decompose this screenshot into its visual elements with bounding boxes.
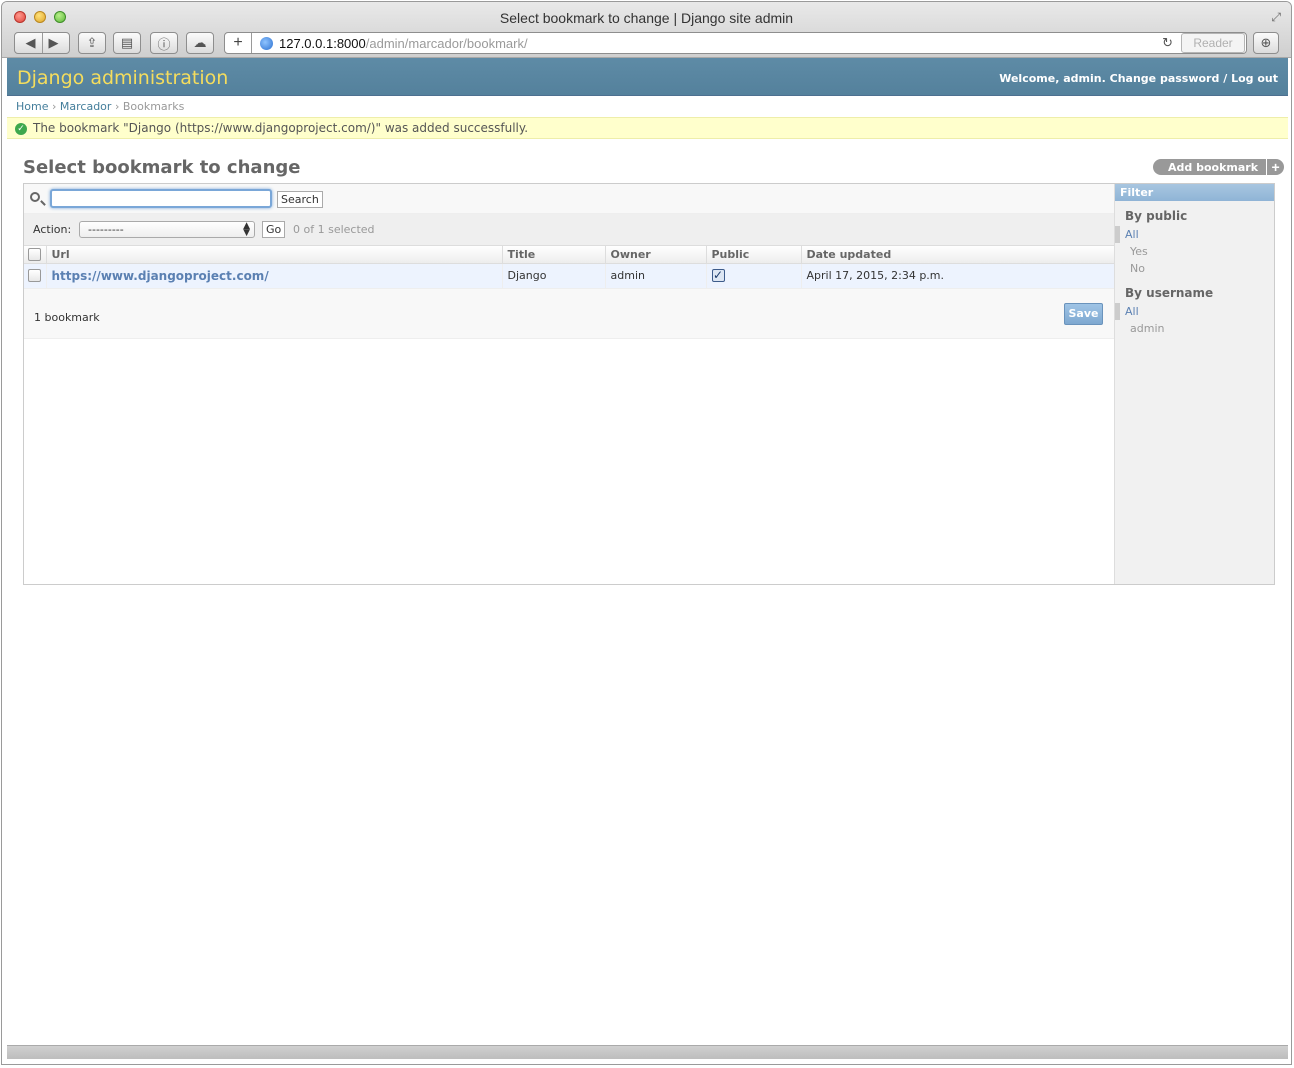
add-bookmark-button[interactable]: Add bookmark +: [1153, 159, 1285, 175]
bookmark-url-link[interactable]: https://www.djangoproject.com/: [52, 269, 269, 283]
browser-window: Select bookmark to change | Django site …: [1, 1, 1292, 1065]
info-icon: ⓘ: [157, 36, 171, 52]
filter-public-no[interactable]: No: [1115, 260, 1274, 277]
table-row: https://www.djangoproject.com/ Django ad…: [24, 263, 1114, 289]
share-button[interactable]: ⇪: [78, 32, 106, 54]
icloud-button[interactable]: ☁: [186, 32, 214, 54]
reload-icon[interactable]: ↻: [1162, 35, 1173, 51]
downloads-button[interactable]: ⊕: [1253, 32, 1279, 54]
success-message: ✓ The bookmark "Django (https://www.djan…: [7, 117, 1288, 139]
select-all-checkbox[interactable]: [28, 248, 41, 261]
checkmark-success-icon: ✓: [15, 123, 27, 135]
filter-username-all[interactable]: All: [1115, 303, 1274, 320]
public-cell: ✓: [705, 263, 801, 289]
results-table: Url Title Owner Public Date updated http…: [24, 246, 1114, 289]
django-header: Django administration Welcome, admin. Ch…: [7, 58, 1288, 96]
cloud-icon: ☁: [193, 35, 207, 50]
fullscreen-icon[interactable]: ⤢: [1271, 10, 1281, 25]
filter-public-all[interactable]: All: [1115, 226, 1274, 243]
add-bookmark-label[interactable]: Add bookmark: [1153, 161, 1266, 174]
row-checkbox[interactable]: [28, 269, 41, 283]
info-button[interactable]: ⓘ: [150, 32, 178, 54]
column-header-owner[interactable]: Owner: [604, 246, 706, 264]
table-header-row: Url Title Owner Public Date updated: [24, 246, 1114, 264]
share-icon: ⇪: [86, 35, 98, 50]
url-host[interactable]: 127.0.0.1:8000: [279, 36, 366, 51]
success-message-text: The bookmark "Django (https://www.django…: [33, 121, 529, 135]
action-selected-option: ---------: [88, 223, 124, 236]
date-updated-cell: April 17, 2015, 2:34 p.m.: [800, 263, 1114, 289]
browser-toolbar: Select bookmark to change | Django site …: [2, 2, 1291, 58]
breadcrumb-app[interactable]: Marcador: [60, 100, 112, 113]
download-icon: ⊕: [1260, 35, 1272, 50]
filter-heading-username: By username: [1125, 286, 1214, 300]
address-bar[interactable]: + 127.0.0.1:8000/admin/marcador/bookmark…: [224, 32, 1247, 54]
page-title: Select bookmark to change: [23, 157, 301, 178]
back-forward-buttons[interactable]: ◀ ▶: [14, 32, 70, 54]
filter-list-username: All admin: [1115, 303, 1274, 337]
filter-username-admin[interactable]: admin: [1115, 320, 1274, 337]
reader-button[interactable]: Reader: [1181, 33, 1245, 53]
reading-list-button[interactable]: ▤: [113, 32, 141, 54]
go-button[interactable]: Go: [262, 221, 286, 238]
action-counter: 0 of 1 selected: [293, 223, 375, 236]
welcome-text: Welcome,: [999, 72, 1060, 85]
breadcrumb-separator: ›: [114, 100, 120, 113]
breadcrumb-current: Bookmarks: [122, 100, 185, 113]
filter-sidebar: Filter By public All Yes No By username …: [1114, 184, 1274, 584]
actions-bar: Action: --------- ▲ ▼ Go 0 of 1 selected: [24, 214, 1114, 246]
title-cell: Django: [501, 263, 605, 289]
checked-checkbox-icon[interactable]: ✓: [711, 269, 725, 283]
reading-list-icon: ▤: [120, 35, 134, 50]
plus-icon[interactable]: +: [1266, 159, 1284, 175]
forward-icon[interactable]: ▶: [49, 35, 59, 51]
action-select[interactable]: --------- ▲ ▼: [79, 221, 255, 238]
search-button[interactable]: Search: [277, 191, 323, 208]
search-icon: [30, 192, 40, 202]
search-toolbar: Search: [24, 184, 1114, 214]
owner-cell: admin: [604, 263, 706, 289]
column-header-url[interactable]: Url: [45, 246, 502, 264]
search-input[interactable]: [50, 189, 272, 208]
save-button[interactable]: Save: [1064, 303, 1103, 325]
logout-link[interactable]: Log out: [1231, 72, 1278, 85]
filter-heading-public: By public: [1125, 209, 1188, 223]
column-header-date-updated[interactable]: Date updated: [800, 246, 1114, 264]
change-password-link[interactable]: Change password: [1110, 72, 1220, 85]
breadcrumb-home[interactable]: Home: [16, 100, 48, 113]
changelist: Search Action: --------- ▲ ▼ Go 0 of 1 se…: [23, 183, 1275, 585]
url-cell: https://www.djangoproject.com/: [45, 263, 502, 289]
column-header-title[interactable]: Title: [501, 246, 605, 264]
breadcrumb: Home › Marcador › Bookmarks: [7, 97, 1288, 117]
filter-public-yes[interactable]: Yes: [1115, 243, 1274, 260]
paginator: 1 bookmark Save: [24, 289, 1114, 339]
username: admin: [1063, 72, 1102, 85]
url-path[interactable]: /admin/marcador/bookmark/: [366, 36, 528, 51]
filter-list-public: All Yes No: [1115, 226, 1274, 277]
row-select-cell: [24, 263, 46, 289]
globe-icon: [260, 36, 273, 50]
new-tab-plus-icon[interactable]: +: [225, 33, 252, 53]
back-icon[interactable]: ◀: [26, 35, 36, 51]
site-branding[interactable]: Django administration: [17, 67, 228, 89]
window-title: Select bookmark to change | Django site …: [499, 10, 794, 26]
status-bar: [7, 1045, 1288, 1059]
select-arrows-icon: ▲ ▼: [243, 221, 250, 238]
breadcrumb-separator: ›: [51, 100, 57, 113]
column-header-public[interactable]: Public: [705, 246, 801, 264]
result-count: 1 bookmark: [34, 311, 100, 324]
select-all-column: [24, 246, 46, 264]
filter-title: Filter: [1115, 184, 1274, 201]
action-label: Action:: [33, 223, 72, 236]
user-tools-separator: /: [1223, 72, 1228, 85]
user-tools: Welcome, admin. Change password / Log ou…: [999, 72, 1278, 85]
